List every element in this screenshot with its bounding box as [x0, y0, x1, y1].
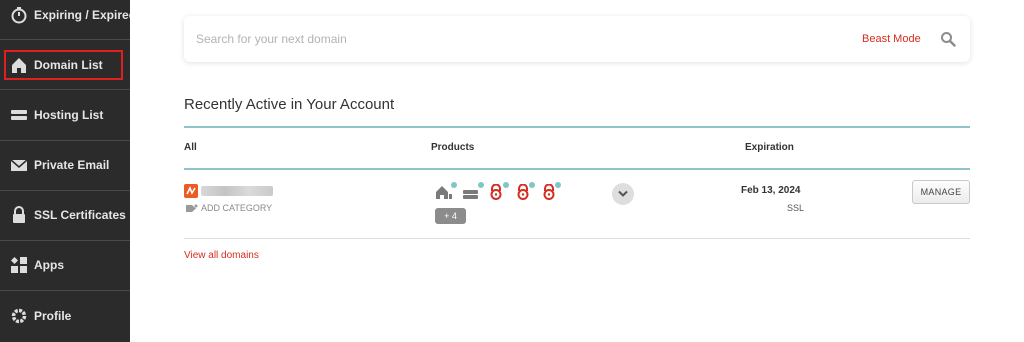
- search-icon[interactable]: [940, 31, 956, 47]
- expiration-product-type: SSL: [787, 203, 805, 213]
- stopwatch-icon: [10, 6, 28, 24]
- sidebar-item-label: Private Email: [34, 158, 110, 172]
- status-dot: [529, 182, 535, 188]
- sidebar-item-domain-list[interactable]: Domain List: [4, 50, 123, 80]
- house-icon[interactable]: [435, 184, 453, 200]
- section-title: Recently Active in Your Account: [184, 96, 395, 113]
- beast-mode-link[interactable]: Beast Mode: [862, 33, 921, 45]
- status-dot: [555, 182, 561, 188]
- expand-row-button[interactable]: [612, 183, 634, 205]
- gear-icon: [10, 307, 28, 325]
- sidebar-item-label: Expiring / Expired: [34, 8, 137, 22]
- sidebar-item-label: Hosting List: [34, 108, 104, 122]
- sidebar-item-expiring[interactable]: Expiring / Expired: [0, 0, 136, 40]
- server-icon: [10, 106, 28, 124]
- divider: [184, 238, 970, 239]
- add-category-label: ADD CATEGORY: [201, 203, 273, 213]
- column-header-expiration: Expiration: [745, 142, 794, 153]
- sidebar-item-label: Domain List: [34, 58, 103, 72]
- apps-icon: [10, 256, 28, 274]
- domain-search-box: Beast Mode: [184, 16, 970, 62]
- manage-button[interactable]: MANAGE: [912, 180, 970, 204]
- lock-icon: [10, 206, 28, 224]
- divider: [184, 126, 970, 128]
- divider: [0, 39, 130, 40]
- sidebar-item-profile[interactable]: Profile: [0, 291, 130, 341]
- column-header-all: All: [184, 142, 197, 153]
- house-icon: [10, 56, 28, 74]
- status-dot: [451, 182, 457, 188]
- expiration-date: Feb 13, 2024: [741, 185, 801, 196]
- sidebar: Expiring / Expired Domain List Hosting L…: [0, 0, 136, 342]
- status-dot: [503, 182, 509, 188]
- sidebar-item-apps[interactable]: Apps: [0, 240, 130, 290]
- domain-name-redacted[interactable]: [201, 186, 273, 196]
- sidebar-item-label: SSL Certificates: [34, 208, 126, 222]
- sidebar-item-ssl-certificates[interactable]: SSL Certificates: [0, 190, 130, 240]
- tag-icon: [186, 204, 198, 213]
- sidebar-item-private-email[interactable]: Private Email: [0, 140, 130, 190]
- status-dot: [478, 182, 484, 188]
- domain-favicon: [184, 184, 198, 198]
- divider: [184, 168, 970, 170]
- sidebar-item-label: Profile: [34, 309, 72, 323]
- column-header-products: Products: [431, 142, 475, 153]
- server-icon[interactable]: [462, 184, 480, 200]
- view-all-domains-link[interactable]: View all domains: [184, 250, 259, 261]
- sidebar-item-hosting-list[interactable]: Hosting List: [0, 90, 130, 140]
- chevron-down-icon: [618, 185, 628, 203]
- more-products-badge[interactable]: + 4: [435, 208, 466, 224]
- sidebar-item-label: Apps: [34, 258, 64, 272]
- envelope-icon: [10, 156, 28, 174]
- main-content: Beast Mode Recently Active in Your Accou…: [130, 0, 1024, 342]
- add-category-link[interactable]: ADD CATEGORY: [186, 203, 272, 213]
- domain-search-input[interactable]: [196, 28, 796, 50]
